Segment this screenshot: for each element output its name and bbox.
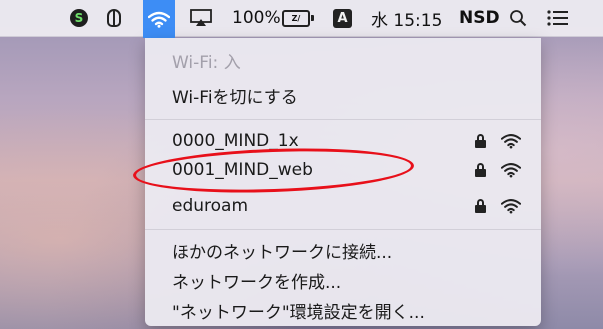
open-prefs-label: "ネットワーク"環境設定を開く...	[172, 303, 425, 323]
spotlight-search-icon[interactable]	[509, 0, 527, 36]
security-app-icon[interactable]: S	[70, 0, 92, 36]
bug-icon[interactable]	[107, 0, 129, 36]
wifi-toggle-label: Wi-Fiを切にする	[172, 88, 298, 108]
battery-badge: Z/	[291, 13, 301, 23]
lock-icon	[475, 163, 486, 177]
wifi-signal-icon	[501, 163, 521, 178]
network-item[interactable]: 0000_MIND_1x	[145, 131, 541, 159]
wifi-menu-icon[interactable]	[143, 0, 175, 38]
create-network-label: ネットワークを作成...	[172, 273, 342, 293]
menubar-clock[interactable]: 水 15:15	[371, 0, 442, 36]
network-item[interactable]: 0001_MIND_web	[145, 160, 541, 188]
wifi-status-label: Wi-Fi: 入	[172, 53, 241, 73]
network-name: 0000_MIND_1x	[172, 131, 299, 151]
input-source-icon[interactable]: A	[333, 0, 352, 36]
lock-icon	[475, 199, 486, 213]
network-name: eduroam	[172, 196, 249, 216]
battery-percent: 100%	[232, 8, 281, 28]
s-logo: S	[70, 9, 88, 27]
join-other-label: ほかのネットワークに接続...	[172, 243, 393, 263]
wifi-signal-icon	[501, 199, 521, 214]
separator	[145, 119, 541, 120]
notification-center-icon[interactable]	[547, 0, 569, 36]
network-item[interactable]: eduroam	[145, 196, 541, 224]
separator	[145, 229, 541, 230]
airplay-icon[interactable]	[190, 0, 216, 36]
lock-icon	[475, 134, 486, 148]
wifi-dropdown-menu: Wi-Fi: 入 Wi-Fiを切にする 0000_MIND_1x 0001_MI…	[145, 38, 541, 326]
battery-icon[interactable]: Z/	[282, 0, 314, 36]
wifi-signal-icon	[501, 134, 521, 149]
network-name: 0001_MIND_web	[172, 160, 313, 180]
wifi-icon	[148, 11, 170, 28]
menu-bar: S 100% Z/ A 水 15:15 NSD	[0, 0, 603, 38]
menubar-user[interactable]: NSD	[459, 0, 500, 36]
